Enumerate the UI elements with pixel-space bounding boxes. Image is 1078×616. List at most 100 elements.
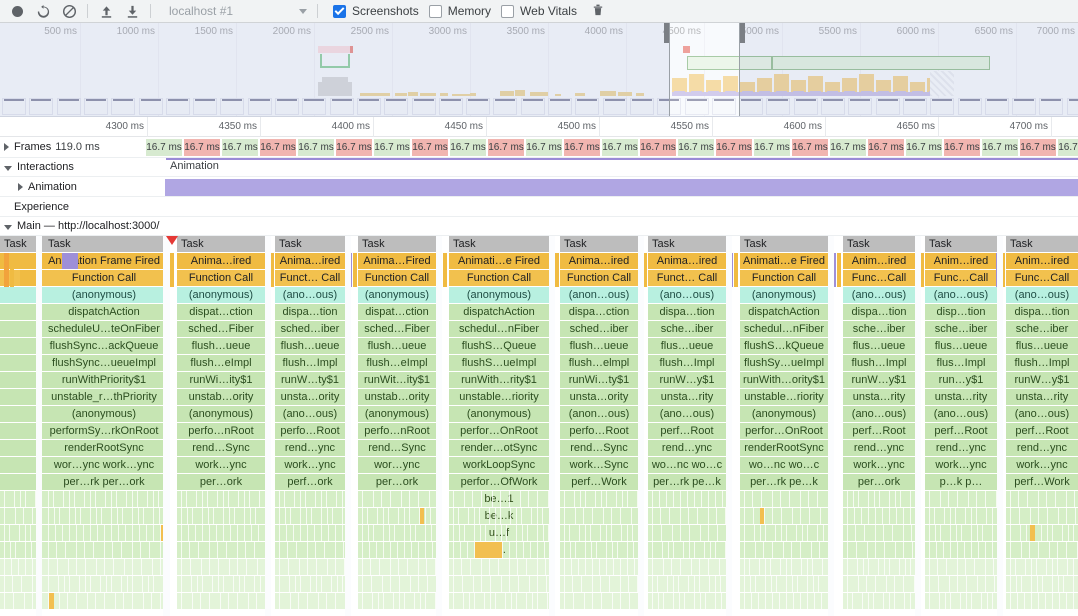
frame-box[interactable]: 16.7 ms <box>982 139 1018 156</box>
flame-bar[interactable]: renderRootSync <box>740 440 828 456</box>
flame-bar[interactable] <box>0 423 36 439</box>
flame-bar[interactable]: flush…ueue <box>358 338 436 354</box>
flame-bar[interactable]: rend…ync <box>843 440 915 456</box>
flame-bar[interactable]: rend…Sync <box>177 440 265 456</box>
flame-bar[interactable]: (ano…ous) <box>275 287 345 303</box>
flame-bar[interactable]: Function Call <box>44 270 164 286</box>
flame-bar[interactable]: Funct… Call <box>648 270 726 286</box>
flame-bar[interactable]: flus…ueue <box>925 338 997 354</box>
flame-bar[interactable]: (ano…ous) <box>843 287 915 303</box>
chevron-down-icon[interactable] <box>4 224 12 230</box>
flame-bar[interactable]: (anonymous) <box>740 287 828 303</box>
flame-bar[interactable]: dispatchAction <box>449 304 549 320</box>
flame-task-bar[interactable]: Task <box>1006 236 1078 252</box>
flame-bar[interactable] <box>740 542 828 558</box>
flame-bar[interactable]: (anonymous) <box>358 287 436 303</box>
flame-bar[interactable]: unsta…rity <box>925 389 997 405</box>
flame-bar[interactable]: runW…y$1 <box>843 372 915 388</box>
flame-bar[interactable]: (ano…ous) <box>648 406 726 422</box>
flame-task-bar[interactable]: Task <box>358 236 436 252</box>
chevron-right-icon[interactable] <box>18 182 23 191</box>
frame-box[interactable]: 16.7 ms <box>944 139 980 156</box>
flame-bar[interactable] <box>177 542 265 558</box>
flame-bar[interactable] <box>0 593 36 609</box>
flame-bar[interactable]: (anonymous) <box>449 406 549 422</box>
flame-bar[interactable]: perfo…Root <box>275 423 345 439</box>
frame-box[interactable]: 16.7 ms <box>336 139 372 156</box>
flame-bar[interactable]: flush…ueue <box>275 338 345 354</box>
chevron-right-icon[interactable] <box>4 143 9 151</box>
flame-bar[interactable]: flush…Impl <box>648 355 726 371</box>
flame-bar[interactable]: flush…Impl <box>843 355 915 371</box>
flame-bar[interactable]: rend…ync <box>925 440 997 456</box>
flame-bar[interactable]: dispat…ction <box>177 304 265 320</box>
flame-bar[interactable]: per…rk pe…k <box>648 474 726 490</box>
flame-task-bar[interactable]: Task <box>740 236 828 252</box>
flame-bar[interactable]: wo…nc wo…c <box>648 457 726 473</box>
flame-bar[interactable]: Anim…ired <box>925 253 997 269</box>
flame-event-strip[interactable] <box>555 253 559 287</box>
flame-bar[interactable] <box>648 559 726 575</box>
flame-bar[interactable] <box>0 372 36 388</box>
flame-bar[interactable]: performSy…rkOnRoot <box>44 423 164 439</box>
flame-bar[interactable] <box>177 491 265 507</box>
flame-bar[interactable]: dispatchAction <box>44 304 164 320</box>
flame-event-strip[interactable] <box>170 253 174 287</box>
flame-bar[interactable] <box>843 542 915 558</box>
flame-bar[interactable]: unsta…ority <box>275 389 345 405</box>
frame-box[interactable]: 16.7 ms <box>1020 139 1056 156</box>
memory-checkbox[interactable]: Memory <box>428 4 491 18</box>
flame-bar[interactable]: disp…tion <box>925 304 997 320</box>
flame-bar[interactable]: (anonymous) <box>740 406 828 422</box>
flame-bar[interactable]: work…ync <box>843 457 915 473</box>
flame-bar[interactable] <box>44 508 164 524</box>
flame-bar[interactable]: rend…Sync <box>560 440 638 456</box>
flame-bar[interactable]: sche…iber <box>925 321 997 337</box>
flame-bar[interactable]: (anon…ous) <box>560 406 638 422</box>
flame-bar[interactable]: flus…ueue <box>843 338 915 354</box>
flame-bar[interactable] <box>0 304 36 320</box>
flame-bar[interactable]: unsta…rity <box>1006 389 1078 405</box>
flame-task-bar[interactable]: Task <box>843 236 915 252</box>
flame-bar[interactable]: dispa…tion <box>648 304 726 320</box>
flame-bar[interactable]: Function Call <box>560 270 638 286</box>
flame-bar[interactable]: runWit…ity$1 <box>358 372 436 388</box>
flame-bar[interactable]: Anima…ired <box>177 253 265 269</box>
flame-bar[interactable]: flush…ueue <box>177 338 265 354</box>
flame-bar[interactable]: (ano…ous) <box>648 287 726 303</box>
flame-bar[interactable]: rend…ync <box>1006 440 1078 456</box>
flame-bar[interactable]: flushS…ueImpl <box>449 355 549 371</box>
flame-bar[interactable]: Func…Call <box>925 270 997 286</box>
flame-highlight-bar[interactable] <box>420 508 424 524</box>
flame-bar[interactable]: dispa…tion <box>1006 304 1078 320</box>
frame-box[interactable]: 16.7 ms <box>184 139 220 156</box>
flame-bar[interactable]: per…ork <box>843 474 915 490</box>
flame-bar[interactable]: perfor…OnRoot <box>449 423 549 439</box>
flame-bar[interactable]: (ano…ous) <box>843 406 915 422</box>
track-frames[interactable]: 16.7 ms 16.7 ms 16.7 ms 16.7 ms 16.7 ms 16.7 … <box>0 137 1078 158</box>
flame-bar[interactable]: Anima…ired <box>560 253 638 269</box>
flame-bar[interactable] <box>0 321 36 337</box>
flame-bar[interactable]: (anonymous) <box>358 406 436 422</box>
chevron-down-icon[interactable] <box>4 165 12 171</box>
flame-bar[interactable]: scheduleU…teOnFiber <box>44 321 164 337</box>
flame-bar[interactable]: schedul…nFiber <box>449 321 549 337</box>
flame-task-bar[interactable]: Task <box>560 236 638 252</box>
flame-bar[interactable]: perfo…nRoot <box>358 423 436 439</box>
flame-bar[interactable] <box>843 576 915 592</box>
flame-bar[interactable]: flushSync…ackQueue <box>44 338 164 354</box>
flame-highlight-bar[interactable] <box>760 508 764 524</box>
frame-box[interactable]: 16.7 ms <box>792 139 828 156</box>
flame-event-strip[interactable] <box>443 253 447 287</box>
flame-bar[interactable]: work…Sync <box>560 457 638 473</box>
flame-bar[interactable]: Animati…e Fired <box>740 253 828 269</box>
flame-bar[interactable]: dispatchAction <box>740 304 828 320</box>
flame-bar[interactable]: perfo…nRoot <box>177 423 265 439</box>
flame-bar[interactable]: schedul…nFiber <box>740 321 828 337</box>
flame-bar[interactable]: Anim…ired <box>843 253 915 269</box>
main-flame-chart[interactable]: TaskTaskTaskAnimation Frame FiredFunctio… <box>0 236 1078 616</box>
flame-bar[interactable]: (ano…ous) <box>1006 287 1078 303</box>
flame-bar[interactable]: unstable_r…thPriority <box>44 389 164 405</box>
flame-bar[interactable]: sched…iber <box>560 321 638 337</box>
flame-event-strip[interactable] <box>20 253 36 269</box>
